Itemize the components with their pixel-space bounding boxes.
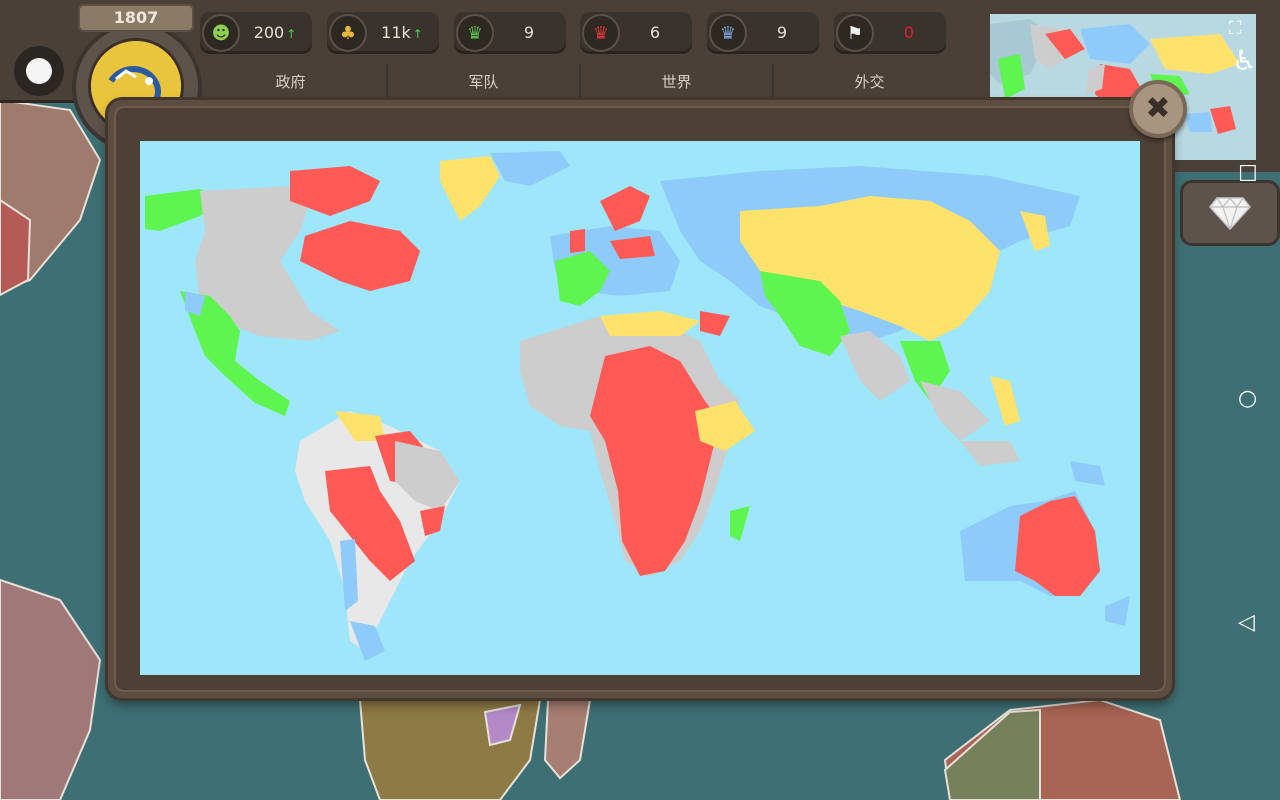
gold-coins-icon: ♣ bbox=[329, 14, 367, 52]
flag-icon: ⚑ bbox=[836, 14, 874, 52]
happiness-stat[interactable]: ☻ 200 ↑ bbox=[200, 12, 312, 54]
tab-diplomacy[interactable]: 外交 bbox=[772, 64, 965, 100]
year-display: 1807 bbox=[78, 4, 194, 32]
tab-world[interactable]: 世界 bbox=[579, 64, 772, 100]
tab-army[interactable]: 军队 bbox=[386, 64, 579, 100]
blue-crown-value: 9 bbox=[776, 23, 788, 42]
accessibility-icon[interactable]: ♿ bbox=[1232, 44, 1257, 77]
gold-stat[interactable]: ♣ 11k ↑ bbox=[327, 12, 439, 54]
tab-government[interactable]: 政府 bbox=[195, 64, 386, 100]
flag-stat[interactable]: ⚑ 0 bbox=[834, 12, 946, 54]
happiness-icon: ☻ bbox=[202, 14, 240, 52]
red-crown-stat[interactable]: ♛ 6 bbox=[580, 12, 692, 54]
fullscreen-icon[interactable]: ⛶ bbox=[1229, 18, 1242, 39]
happiness-value: 200 bbox=[253, 23, 285, 42]
blue-crown-icon: ♛ bbox=[709, 14, 747, 52]
red-crown-icon: ♛ bbox=[582, 14, 620, 52]
menu-toggle-button[interactable] bbox=[14, 46, 64, 96]
world-overview-map[interactable] bbox=[140, 141, 1140, 675]
premium-gem-button[interactable] bbox=[1180, 180, 1280, 246]
main-tabs: 政府 军队 世界 外交 bbox=[195, 64, 965, 100]
back-icon[interactable]: ◁ bbox=[1238, 610, 1255, 635]
red-crown-value: 6 bbox=[649, 23, 661, 42]
blue-crown-stat[interactable]: ♛ 9 bbox=[707, 12, 819, 54]
close-button[interactable]: ✖ bbox=[1129, 80, 1187, 138]
home-icon[interactable]: ○ bbox=[1238, 386, 1257, 411]
green-crown-stat[interactable]: ♛ 9 bbox=[454, 12, 566, 54]
green-crown-value: 9 bbox=[523, 23, 535, 42]
close-icon: ✖ bbox=[1145, 91, 1171, 126]
diamond-icon bbox=[1209, 197, 1251, 230]
flag-value: 0 bbox=[903, 23, 915, 42]
world-political-map bbox=[140, 141, 1140, 675]
gold-trend-icon: ↑ bbox=[412, 27, 423, 41]
recents-icon[interactable]: ☐ bbox=[1238, 162, 1258, 187]
green-crown-icon: ♛ bbox=[456, 14, 494, 52]
happiness-trend-icon: ↑ bbox=[286, 27, 297, 41]
gold-value: 11k bbox=[381, 23, 411, 42]
toggle-knob-icon bbox=[26, 58, 52, 84]
